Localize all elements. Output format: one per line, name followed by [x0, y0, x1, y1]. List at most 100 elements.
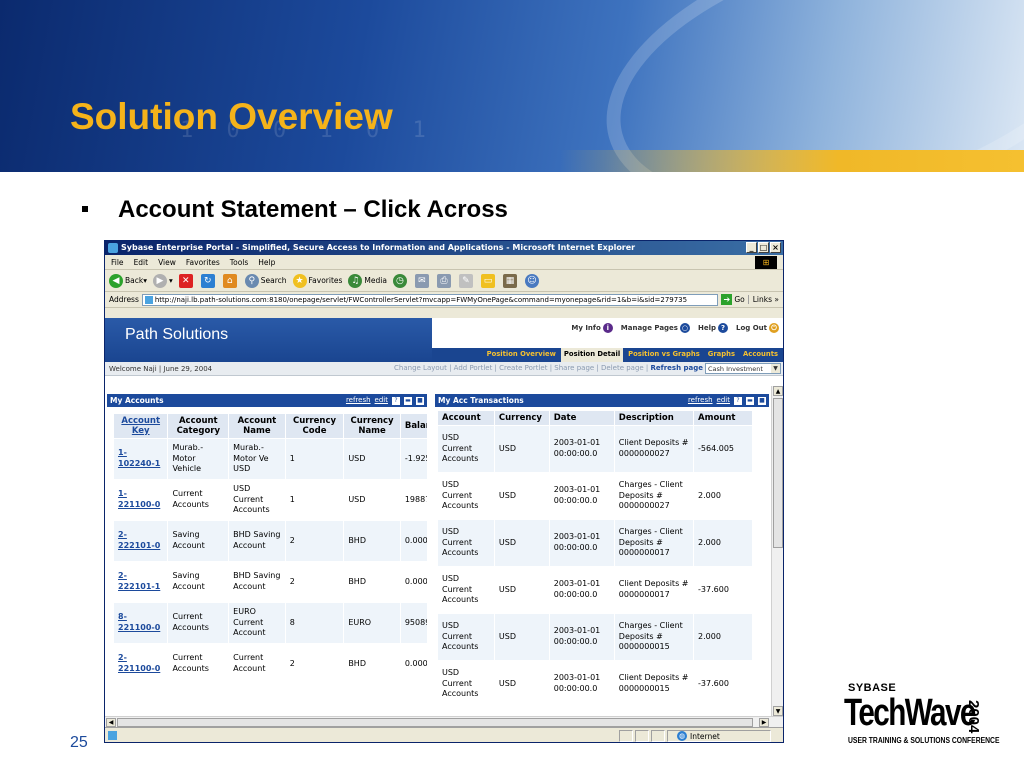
minimize-icon[interactable]: ▬ — [746, 396, 754, 405]
logo-tagline: USER TRAINING & SOLUTIONS CONFERENCE — [848, 736, 1000, 745]
table-row[interactable]: 8-221100-0 Current Accounts EURO Current… — [112, 602, 427, 644]
minimize-icon[interactable]: ▬ — [404, 396, 412, 405]
folder-icon[interactable]: ▭ — [480, 273, 495, 288]
stop-icon[interactable]: ✕ — [178, 273, 193, 288]
transactions-refresh-link[interactable]: refresh — [688, 394, 713, 407]
mail-icon[interactable]: ✉ — [414, 273, 429, 288]
table-row[interactable]: 2-222101-1 Saving Account BHD Saving Acc… — [112, 561, 427, 603]
cell: 2.000 — [693, 613, 753, 661]
my-accounts-edit-link[interactable]: edit — [375, 394, 388, 407]
slide-title: Solution Overview — [70, 96, 393, 137]
account-key-link[interactable]: 2-222101-1 — [112, 561, 169, 603]
log-out-label: Log Out — [736, 324, 767, 332]
table-row[interactable]: USD Current Accounts USD 2003-01-01 00:0… — [437, 566, 753, 614]
browser-titlebar[interactable]: Sybase Enterprise Portal - Simplified, S… — [105, 241, 783, 255]
account-key-link[interactable]: 2-221100-0 — [112, 643, 169, 685]
scroll-right-icon[interactable]: ▶ — [759, 718, 769, 727]
logo-year: 2004 — [965, 700, 982, 734]
cell: 95089.! — [399, 602, 427, 644]
tab-position-vs-graphs[interactable]: Position vs Graphs — [625, 348, 703, 362]
help-icon[interactable]: ? — [392, 396, 400, 405]
welcome-bar: Welcome Naji | June 29, 2004 Change Layo… — [105, 362, 783, 376]
my-accounts-refresh-link[interactable]: refresh — [346, 394, 371, 407]
table-row[interactable]: 1-102240-1 Murab.- Motor Vehicle Murab.-… — [112, 438, 427, 480]
portal-header-right: My Info i Manage Pages ○ Help? Log Out ⏻ — [432, 318, 783, 348]
transactions-edit-link[interactable]: edit — [717, 394, 730, 407]
media-button[interactable]: ♫ Media — [348, 273, 387, 288]
address-input[interactable]: http://naji.lb.path-solutions.com:8180/o… — [141, 293, 719, 306]
cell: USD — [343, 479, 401, 521]
slide: 1 0 0 1 0 1 Solution Overview Account St… — [0, 0, 1024, 768]
page-actions: Change Layout | Add Portlet | Create Por… — [394, 364, 703, 372]
research-icon[interactable]: ▦ — [502, 273, 517, 288]
back-button[interactable]: ◀ Back ▾ — [109, 273, 147, 288]
table-row[interactable]: USD Current Accounts USD 2003-01-01 00:0… — [437, 472, 753, 520]
hscroll-thumb[interactable] — [117, 718, 753, 727]
minimize-button[interactable]: _ — [746, 242, 757, 253]
messenger-icon[interactable]: ☺ — [524, 273, 539, 288]
tab-position-detail[interactable]: Position Detail — [560, 348, 624, 362]
links-button[interactable]: Links » — [747, 295, 783, 304]
cell: USD Current Accounts — [437, 660, 495, 708]
edit-page-icon[interactable]: ✎ — [458, 273, 473, 288]
menu-edit[interactable]: Edit — [134, 258, 149, 267]
table-row[interactable]: USD Current Accounts USD 2003-01-01 00:0… — [437, 519, 753, 567]
cell: BHD Saving Account — [228, 520, 286, 562]
vertical-scrollbar[interactable]: ▲ ▼ — [771, 386, 783, 716]
table-row[interactable]: USD Current Accounts USD 2003-01-01 00:0… — [437, 660, 753, 708]
col-account-key[interactable]: Account Key — [112, 413, 169, 439]
go-button[interactable]: ➔ Go — [721, 294, 745, 305]
menu-help[interactable]: Help — [258, 258, 275, 267]
manage-pages-link[interactable]: Manage Pages ○ — [621, 323, 690, 333]
print-icon[interactable]: ⎙ — [436, 273, 451, 288]
cell: USD — [493, 660, 550, 708]
page-select[interactable]: Cash Investment ▼ — [705, 363, 781, 374]
menu-file[interactable]: File — [111, 258, 124, 267]
address-value: http://naji.lb.path-solutions.com:8180/o… — [154, 295, 688, 304]
scroll-down-icon[interactable]: ▼ — [773, 706, 783, 716]
menu-view[interactable]: View — [158, 258, 176, 267]
scroll-up-icon[interactable]: ▲ — [773, 386, 783, 396]
page-actions-links[interactable]: Change Layout | Add Portlet | Create Por… — [394, 364, 651, 372]
refresh-page-link[interactable]: Refresh page — [651, 364, 703, 372]
tab-position-overview[interactable]: Position Overview — [483, 348, 559, 362]
tab-accounts[interactable]: Accounts — [740, 348, 781, 362]
maximize-button[interactable]: □ — [758, 242, 769, 253]
search-button[interactable]: ⚲ Search — [244, 273, 287, 288]
tab-graphs[interactable]: Graphs — [704, 348, 739, 362]
table-row[interactable]: 2-222101-0 Saving Account BHD Saving Acc… — [112, 520, 427, 562]
portal-name: Path Solutions — [125, 326, 229, 343]
cell: BHD Saving Account — [228, 561, 286, 603]
help-label: Help — [697, 324, 716, 332]
account-key-link[interactable]: 1-102240-1 — [112, 438, 169, 480]
history-icon[interactable]: ◷ — [392, 273, 407, 288]
scroll-thumb[interactable] — [773, 398, 783, 548]
maximize-icon[interactable]: ■ — [758, 396, 766, 405]
help-link[interactable]: Help? — [698, 323, 728, 333]
page-number: 25 — [70, 734, 88, 751]
my-accounts-portlet: My Accounts refresh edit ? ▬ ■ Account K… — [107, 394, 427, 716]
account-key-link[interactable]: 2-222101-0 — [112, 520, 169, 562]
account-key-link[interactable]: 1-221100-0 — [112, 479, 169, 521]
menu-favorites[interactable]: Favorites — [186, 258, 220, 267]
table-row[interactable]: 1-221100-0 Current Accounts USD Current … — [112, 479, 427, 521]
refresh-icon[interactable]: ↻ — [200, 273, 215, 288]
table-row[interactable]: USD Current Accounts USD 2003-01-01 00:0… — [437, 425, 753, 473]
my-info-link[interactable]: My Info i — [571, 323, 613, 333]
table-row[interactable]: 2-221100-0 Current Accounts Current Acco… — [112, 643, 427, 685]
help-icon[interactable]: ? — [734, 396, 742, 405]
favorites-button[interactable]: ★ Favorites — [292, 273, 342, 288]
maximize-icon[interactable]: ■ — [416, 396, 424, 405]
account-key-link[interactable]: 8-221100-0 — [112, 602, 169, 644]
cell: USD Current Accounts — [437, 566, 495, 614]
menu-tools[interactable]: Tools — [230, 258, 248, 267]
address-label: Address — [109, 295, 139, 304]
scroll-left-icon[interactable]: ◀ — [106, 718, 116, 727]
log-out-link[interactable]: Log Out ⏻ — [736, 323, 779, 333]
table-row[interactable]: USD Current Accounts USD 2003-01-01 00:0… — [437, 613, 753, 661]
home-icon[interactable]: ⌂ — [222, 273, 237, 288]
close-button[interactable]: × — [770, 242, 781, 253]
horizontal-scrollbar[interactable]: ◀ ▶ — [105, 716, 783, 727]
col-account: Account — [437, 410, 495, 426]
forward-button[interactable]: ▶ ▾ — [152, 273, 173, 288]
